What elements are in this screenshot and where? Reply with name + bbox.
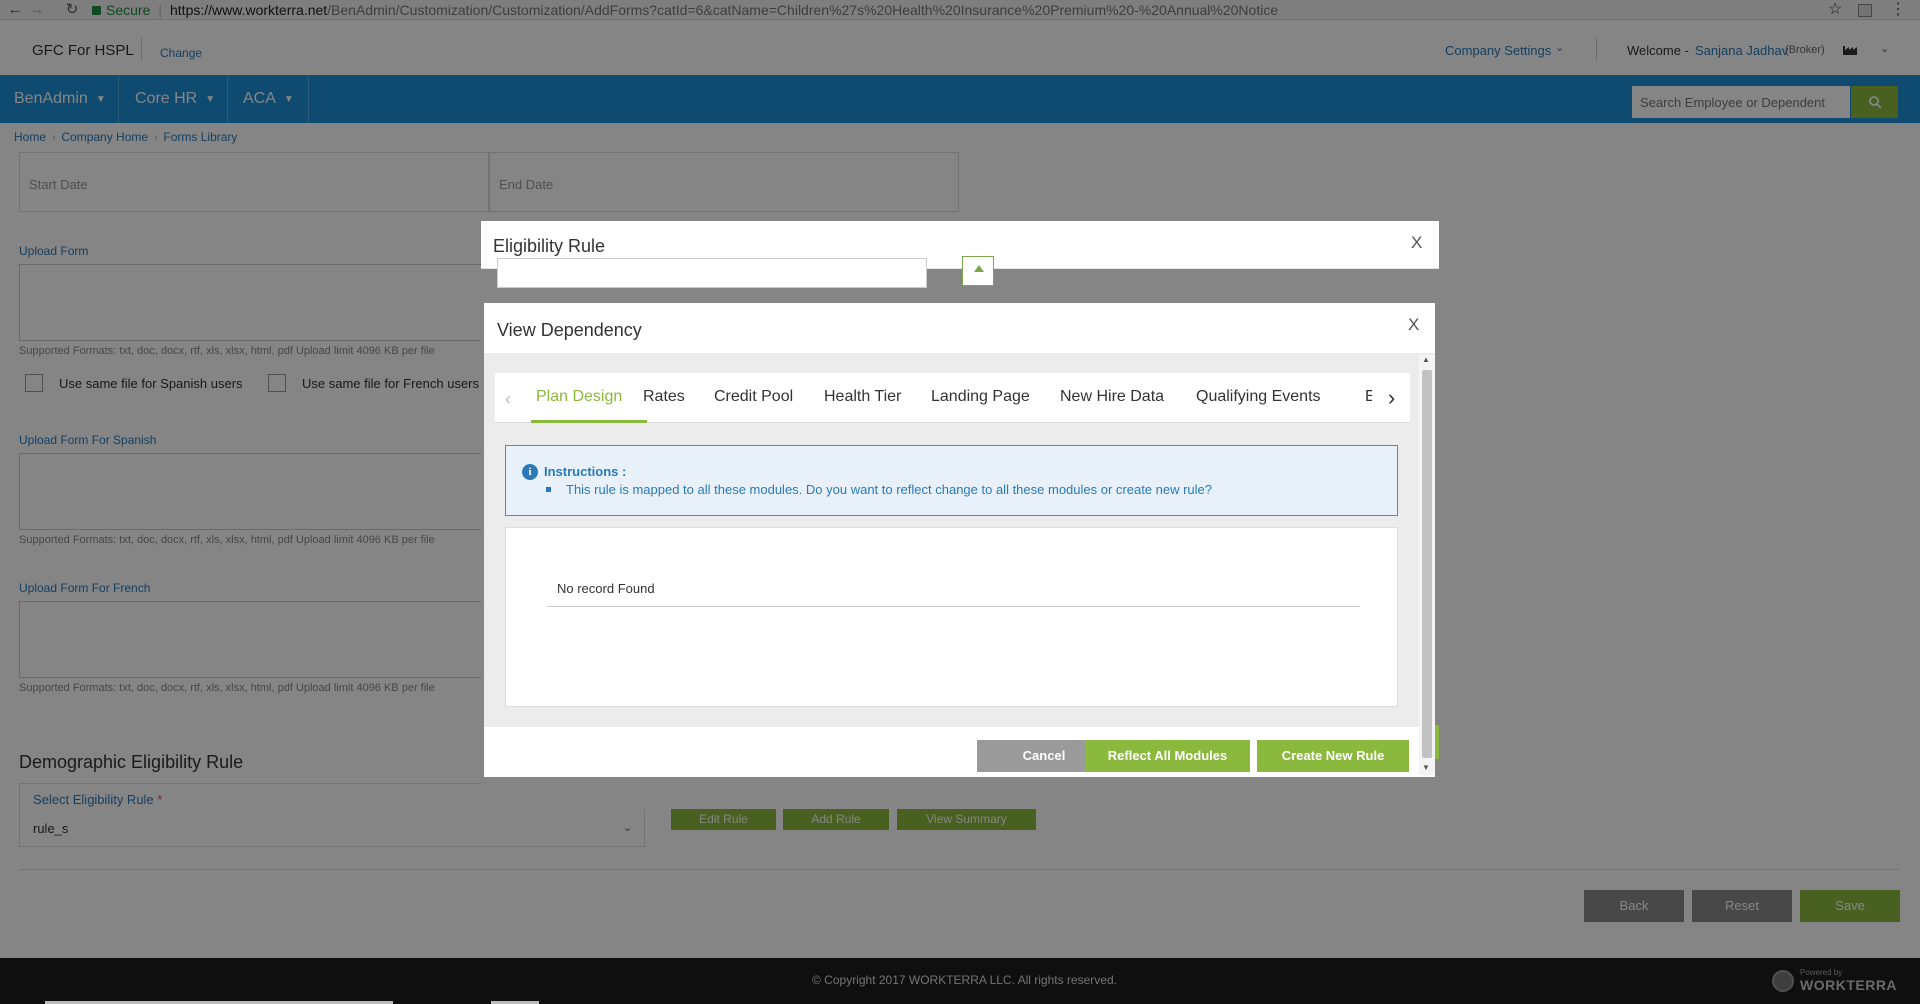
bullet-icon <box>546 487 551 492</box>
tab-credit-pool[interactable]: Credit Pool <box>714 388 793 406</box>
tab-rates[interactable]: Rates <box>643 388 685 406</box>
rule-field <box>497 258 927 288</box>
tab-new-hire-data[interactable]: New Hire Data <box>1060 388 1164 406</box>
eligibility-modal-title: Eligibility Rule <box>493 236 606 256</box>
no-record-text: No record Found <box>557 581 655 596</box>
tab-health-tier[interactable]: Health Tier <box>824 388 901 406</box>
chevron-left-icon[interactable]: ‹ <box>505 389 511 410</box>
view-dependency-footer: Cancel Reflect All Modules Create New Ru… <box>484 727 1419 777</box>
create-new-rule-button[interactable]: Create New Rule <box>1257 740 1409 772</box>
divider <box>547 606 1360 607</box>
view-dependency-modal: View Dependency X ‹ Plan Design Rates Cr… <box>484 303 1435 777</box>
close-icon[interactable]: X <box>1408 315 1419 335</box>
tab-qualifying-events[interactable]: Qualifying Events <box>1196 388 1321 406</box>
module-tabs: ‹ Plan Design Rates Credit Pool Health T… <box>495 373 1410 423</box>
close-icon[interactable]: X <box>1411 233 1422 253</box>
view-dependency-title: View Dependency <box>497 320 642 340</box>
scroll-down-icon[interactable]: ▼ <box>1422 763 1430 772</box>
tab-plan-design[interactable]: Plan Design <box>536 388 622 406</box>
info-icon: i <box>522 464 538 480</box>
scroll-up-icon[interactable]: ▲ <box>1422 355 1430 364</box>
chevron-right-icon[interactable]: › <box>1373 385 1410 411</box>
active-tab-indicator <box>531 420 647 423</box>
scrollbar-thumb[interactable] <box>1422 370 1432 758</box>
view-dependency-header: View Dependency X <box>484 303 1435 353</box>
records-panel: No record Found <box>505 527 1398 707</box>
tab-truncated[interactable]: E <box>1365 388 1372 406</box>
move-up-arrow-icon <box>962 256 994 286</box>
tab-landing-page[interactable]: Landing Page <box>931 388 1030 406</box>
reflect-all-modules-button[interactable]: Reflect All Modules <box>1085 740 1250 772</box>
instructions-title: Instructions : <box>544 464 627 479</box>
tabs-viewport: ‹ Plan Design Rates Credit Pool Health T… <box>495 373 1372 423</box>
instructions-text: This rule is mapped to all these modules… <box>566 482 1213 497</box>
instructions-panel: i Instructions : This rule is mapped to … <box>505 445 1398 516</box>
